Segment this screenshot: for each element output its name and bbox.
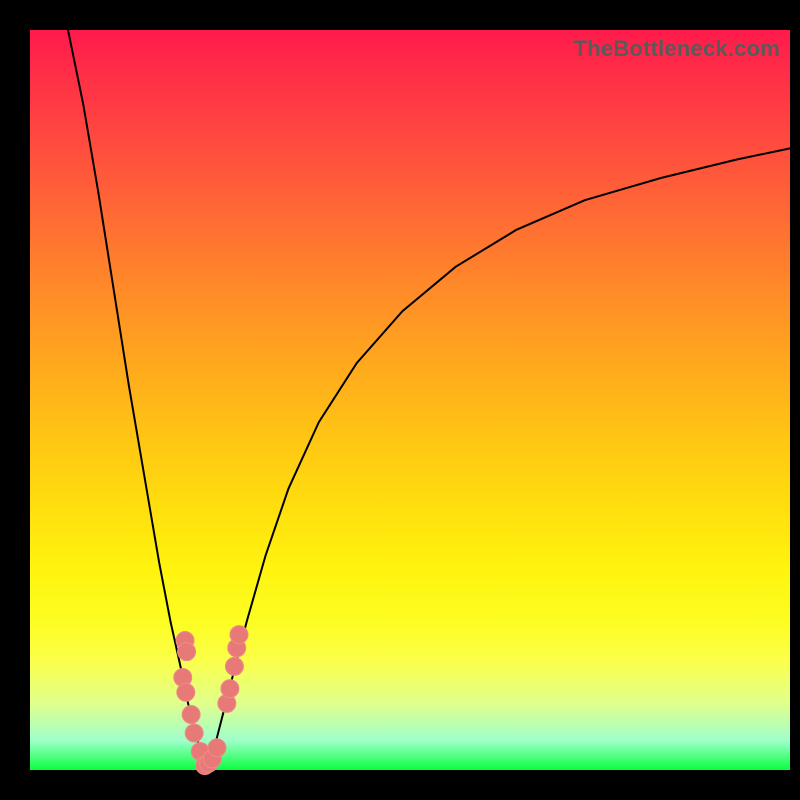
data-marker (225, 657, 243, 675)
data-marker (182, 706, 200, 724)
data-marker (221, 680, 239, 698)
bottleneck-curve-right (207, 148, 790, 768)
data-marker (208, 739, 226, 757)
curve-layer (30, 30, 790, 770)
data-marker (185, 724, 203, 742)
data-marker (177, 683, 195, 701)
data-markers (174, 626, 248, 775)
data-marker (178, 643, 196, 661)
data-marker (230, 626, 248, 644)
plot-area: TheBottleneck.com (30, 30, 790, 770)
chart-container: TheBottleneck.com (0, 0, 800, 800)
